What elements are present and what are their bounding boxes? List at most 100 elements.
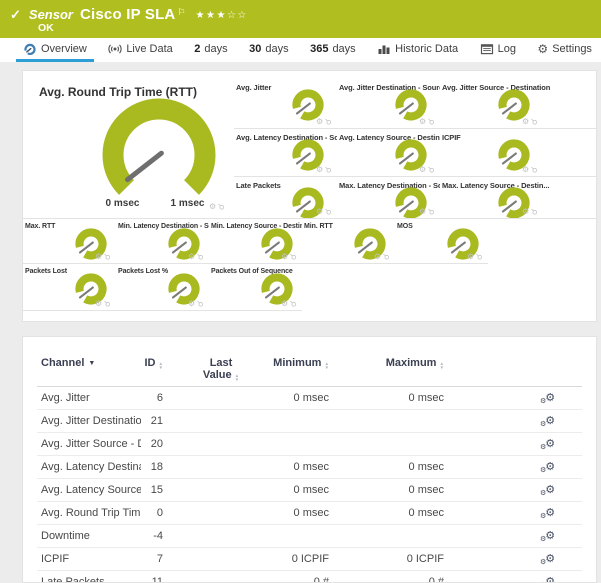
channel-name[interactable]: Late Packets: [37, 570, 141, 582]
sort-desc-icon[interactable]: ▼: [88, 360, 95, 367]
gauge-tile[interactable]: Max. Latency Destination - So... ⚙⚲: [337, 177, 440, 219]
tab-live-data[interactable]: Live Data: [101, 38, 179, 62]
channel-settings-icon[interactable]: ⚙⚙: [540, 576, 555, 582]
tab-365-days[interactable]: 365 days: [303, 38, 363, 62]
tab-overview[interactable]: Overview: [16, 38, 94, 62]
pin-icon[interactable]: ⚲: [195, 298, 206, 309]
pin-icon[interactable]: ⚲: [288, 298, 299, 309]
sort-icon[interactable]: ▲ ▼: [439, 361, 444, 369]
pin-icon[interactable]: ⚲: [529, 164, 540, 175]
gear-icon[interactable]: ⚙: [209, 202, 216, 211]
column-header-id[interactable]: ID ▲ ▼: [141, 355, 169, 388]
pin-icon[interactable]: ⚲: [426, 116, 437, 127]
gear-icon[interactable]: ⚙: [419, 165, 426, 174]
gauge-tile-label: Max. RTT: [25, 223, 56, 230]
gauge-tile[interactable]: Packets Lost % ⚙⚲: [116, 264, 209, 311]
gauge-tile[interactable]: Min. Latency Destination - So... ⚙⚲: [116, 219, 209, 264]
pin-icon[interactable]: ⚲: [195, 251, 206, 262]
gauge-tile[interactable]: Avg. Jitter ⚙⚲: [234, 79, 337, 129]
gear-icon[interactable]: ⚙: [316, 165, 323, 174]
channel-name[interactable]: Avg. Latency Destinatio...: [37, 455, 141, 480]
pin-icon[interactable]: ⚲: [426, 164, 437, 175]
gauge-tile[interactable]: Avg. Latency Destination - So... ⚙⚲: [234, 129, 337, 177]
channel-name[interactable]: Avg. Jitter Destination -...: [37, 409, 141, 434]
channel-name[interactable]: ICPIF: [37, 547, 141, 572]
gauge-tile[interactable]: Min. RTT ⚙⚲: [302, 219, 395, 264]
channel-settings-icon[interactable]: ⚙⚙: [540, 415, 555, 428]
gauge-tile[interactable]: Avg. Jitter Source - Destination ⚙⚲: [440, 79, 596, 129]
gauge-tile[interactable]: Packets Out of Sequence ⚙⚲: [209, 264, 302, 311]
pin-icon[interactable]: ⚲: [102, 298, 113, 309]
column-header-minimum[interactable]: Minimum ▲ ▼: [273, 355, 330, 388]
channel-settings-icon[interactable]: ⚙⚙: [540, 461, 555, 474]
tab-log[interactable]: Log: [473, 38, 523, 62]
channel-settings-icon[interactable]: ⚙⚙: [540, 392, 555, 405]
gauge-tile-label: Packets Lost: [25, 268, 67, 275]
gear-icon[interactable]: ⚙: [522, 117, 529, 126]
tab-historic-data[interactable]: Historic Data: [370, 38, 465, 62]
gear-icon[interactable]: ⚙: [95, 252, 102, 261]
tab-settings[interactable]: ⚙ Settings: [530, 38, 599, 62]
channel-settings-icon[interactable]: ⚙⚙: [540, 484, 555, 497]
channel-id: 21: [141, 409, 169, 434]
gauge-tile[interactable]: Max. Latency Source - Destin... ⚙⚲: [440, 177, 596, 219]
channel-settings-icon[interactable]: ⚙⚙: [540, 530, 555, 543]
gauge-tile[interactable]: Min. Latency Source - Destina... ⚙⚲: [209, 219, 302, 264]
gauge-tile-avg-rtt[interactable]: Avg. Round Trip Time (RTT) 0 msec 1 msec…: [23, 79, 234, 219]
gear-icon[interactable]: ⚙: [281, 252, 288, 261]
column-header-maximum[interactable]: Maximum ▲ ▼: [330, 355, 445, 388]
table-row: Avg. Round Trip Time (... 0 0 msec 0 mse…: [37, 501, 582, 526]
gauge-tile[interactable]: Late Packets ⚙⚲: [234, 177, 337, 219]
gear-icon[interactable]: ⚙: [467, 252, 474, 261]
channel-settings-icon[interactable]: ⚙⚙: [540, 507, 555, 520]
channel-settings-icon[interactable]: ⚙⚙: [540, 553, 555, 566]
sort-icon[interactable]: ▲ ▼: [158, 361, 163, 369]
pin-icon[interactable]: ⚲: [216, 201, 227, 212]
tab-label: Log: [497, 42, 516, 55]
tab-30-days[interactable]: 30 days: [242, 38, 296, 62]
gear-icon[interactable]: ⚙: [316, 207, 323, 216]
gear-icon[interactable]: ⚙: [188, 299, 195, 308]
channel-name[interactable]: Avg. Jitter: [37, 386, 141, 411]
pin-icon[interactable]: ⚲: [102, 251, 113, 262]
gear-icon[interactable]: ⚙: [316, 117, 323, 126]
pin-icon[interactable]: ⚲: [474, 251, 485, 262]
gear-icon[interactable]: ⚙: [419, 117, 426, 126]
pin-icon[interactable]: ⚲: [323, 164, 334, 175]
channels-table-panel: Channel ▼ ID ▲ ▼ Last Value ▲ ▼ Minimum ▲ ▼ Max…: [22, 336, 597, 583]
gear-icon[interactable]: ⚙: [188, 252, 195, 261]
column-header-last-value[interactable]: Last Value ▲ ▼: [169, 355, 273, 388]
sort-icon[interactable]: ▲ ▼: [324, 361, 329, 369]
priority-star-rating[interactable]: ★★★☆☆: [196, 10, 248, 21]
pin-icon[interactable]: ⚲: [323, 116, 334, 127]
pin-icon[interactable]: ⚲: [381, 251, 392, 262]
channel-name[interactable]: Avg. Latency Source - D...: [37, 478, 141, 503]
pin-icon[interactable]: ⚲: [288, 251, 299, 262]
channel-id: 20: [141, 432, 169, 457]
gauge-tile[interactable]: Avg. Jitter Destination - Source ⚙⚲: [337, 79, 440, 129]
pin-icon[interactable]: ⚲: [529, 206, 540, 217]
gear-icon[interactable]: ⚙: [419, 207, 426, 216]
gear-icon[interactable]: ⚙: [374, 252, 381, 261]
gear-icon[interactable]: ⚙: [95, 299, 102, 308]
gauge-tile[interactable]: Max. RTT ⚙⚲: [23, 219, 116, 264]
tab-2-days[interactable]: 2 days: [187, 38, 234, 62]
pin-icon[interactable]: ⚲: [426, 206, 437, 217]
gear-icon[interactable]: ⚙: [522, 165, 529, 174]
channel-name[interactable]: Avg. Jitter Source - Des...: [37, 432, 141, 457]
sort-icon[interactable]: ▲ ▼: [235, 373, 240, 381]
gauge-tile[interactable]: Packets Lost ⚙⚲: [23, 264, 116, 311]
gear-icon[interactable]: ⚙: [281, 299, 288, 308]
channel-name[interactable]: Avg. Round Trip Time (...: [37, 501, 141, 526]
channel-name[interactable]: Downtime: [37, 524, 141, 549]
gauge-tile[interactable]: ICPIF ⚙⚲: [440, 129, 596, 177]
gauge-tile[interactable]: Avg. Latency Source - Destin... ⚙⚲: [337, 129, 440, 177]
pin-icon[interactable]: ⚲: [529, 116, 540, 127]
column-header-channel[interactable]: Channel ▼: [37, 355, 141, 388]
gauge-tile[interactable]: MOS ⚙⚲: [395, 219, 488, 264]
tile-actions: ⚙⚲: [209, 201, 227, 212]
tab-label: days: [265, 42, 289, 55]
gear-icon[interactable]: ⚙: [522, 207, 529, 216]
pin-icon[interactable]: ⚲: [323, 206, 334, 217]
channel-settings-icon[interactable]: ⚙⚙: [540, 438, 555, 451]
